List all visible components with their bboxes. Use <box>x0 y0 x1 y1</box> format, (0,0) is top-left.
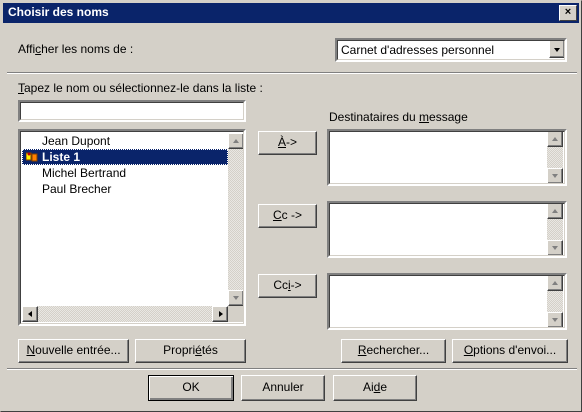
list-item[interactable]: Jean Dupont <box>22 133 228 149</box>
recipients-label: Destinataires du message <box>329 110 468 124</box>
list-item[interactable]: Paul Brecher <box>22 181 228 197</box>
cc-button[interactable]: Cc -> <box>258 204 317 228</box>
contact-name: Paul Brecher <box>42 182 112 196</box>
vertical-scrollbar[interactable] <box>228 133 244 306</box>
search-button[interactable]: Rechercher... <box>341 339 446 363</box>
ok-button[interactable]: OK <box>148 375 234 401</box>
address-book-select[interactable]: Carnet d'adresses personnel <box>335 38 567 62</box>
to-recipients-box[interactable] <box>327 129 567 186</box>
scroll-corner <box>228 306 244 322</box>
arrow-up-icon <box>552 281 558 285</box>
arrow-up-icon <box>552 137 558 141</box>
group-icon <box>26 152 38 162</box>
scroll-up-button[interactable] <box>228 133 244 149</box>
horizontal-scrollbar[interactable] <box>22 306 228 322</box>
scroll-down-button[interactable] <box>547 168 563 184</box>
arrow-down-icon <box>552 246 558 250</box>
scroll-up-button[interactable] <box>547 131 563 147</box>
list-item[interactable]: Michel Bertrand <box>22 165 228 181</box>
cancel-button[interactable]: Annuler <box>241 375 325 401</box>
contact-name: Jean Dupont <box>42 134 111 148</box>
search-label: Tapez le nom ou sélectionnez-le dans la … <box>18 81 263 95</box>
title-bar[interactable]: Choisir des noms × <box>3 3 579 23</box>
arrow-up-icon <box>552 209 558 213</box>
show-names-label: Afficher les noms de : <box>18 42 134 56</box>
arrow-down-icon <box>233 296 239 300</box>
list-item[interactable]: Liste 1 <box>22 149 228 165</box>
chevron-down-icon <box>554 48 560 52</box>
name-search-input[interactable] <box>18 100 246 122</box>
contact-name: Michel Bertrand <box>42 166 127 180</box>
window-title: Choisir des noms <box>8 5 109 19</box>
bcc-button[interactable]: Cci -> <box>258 274 317 298</box>
contacts-list[interactable]: Jean Dupont Liste 1 Michel Bertrand Paul… <box>18 129 246 326</box>
scroll-down-button[interactable] <box>228 290 244 306</box>
cc-recipients-box[interactable] <box>327 201 567 258</box>
to-button[interactable]: À -> <box>258 131 317 155</box>
scroll-right-button[interactable] <box>212 306 228 322</box>
scroll-up-button[interactable] <box>547 203 563 219</box>
arrow-down-icon <box>552 174 558 178</box>
bcc-recipients-box[interactable] <box>327 273 567 330</box>
scroll-down-button[interactable] <box>547 240 563 256</box>
contact-name: Liste 1 <box>42 150 81 164</box>
scroll-up-button[interactable] <box>547 275 563 291</box>
scroll-down-button[interactable] <box>547 312 563 328</box>
arrow-down-icon <box>552 318 558 322</box>
dropdown-button[interactable] <box>549 40 565 58</box>
separator-top <box>7 72 577 74</box>
close-button[interactable]: × <box>559 5 577 21</box>
choose-names-dialog: Choisir des noms × Afficher les noms de … <box>0 0 582 412</box>
new-entry-button[interactable]: Nouvelle entrée... <box>18 339 129 363</box>
close-icon: × <box>564 6 572 18</box>
properties-button[interactable]: Propriétés <box>135 339 246 363</box>
help-button[interactable]: Aide <box>333 375 417 401</box>
scroll-left-button[interactable] <box>22 306 38 322</box>
address-book-value: Carnet d'adresses personnel <box>341 43 495 57</box>
arrow-up-icon <box>233 139 239 143</box>
send-options-button[interactable]: Options d'envoi... <box>452 339 568 363</box>
arrow-left-icon <box>28 311 32 317</box>
arrow-right-icon <box>219 311 223 317</box>
separator-bottom <box>7 368 577 370</box>
